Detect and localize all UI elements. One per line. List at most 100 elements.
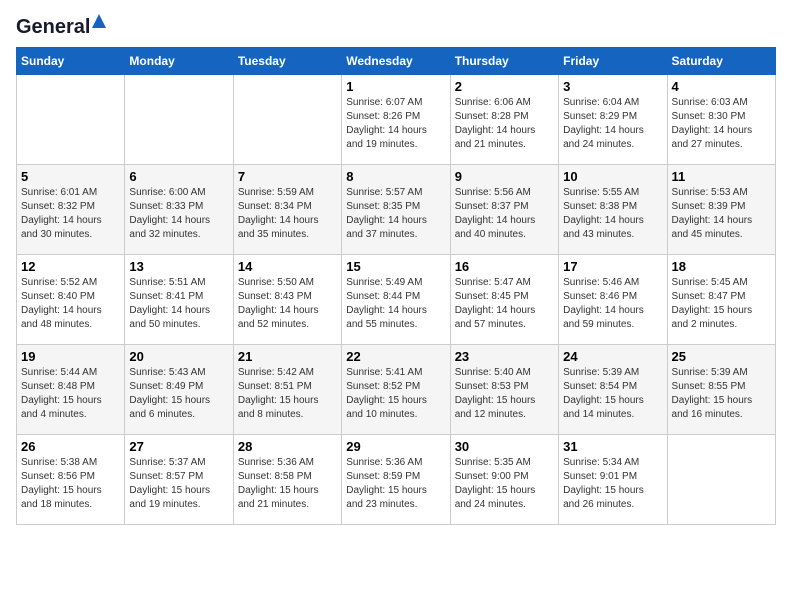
day-number: 28 bbox=[238, 439, 337, 454]
day-info: Sunrise: 5:51 AM Sunset: 8:41 PM Dayligh… bbox=[129, 276, 228, 332]
day-of-week-header: Friday bbox=[559, 48, 667, 75]
day-info: Sunrise: 5:44 AM Sunset: 8:48 PM Dayligh… bbox=[21, 366, 120, 422]
day-info: Sunrise: 5:39 AM Sunset: 8:54 PM Dayligh… bbox=[563, 366, 662, 422]
calendar-cell: 22 Sunrise: 5:41 AM Sunset: 8:52 PM Dayli… bbox=[342, 345, 450, 435]
day-number: 4 bbox=[672, 79, 771, 94]
logo-general: General bbox=[16, 16, 90, 39]
calendar-cell: 16Sunrise: 5:47 AM Sunset: 8:45 PM Dayli… bbox=[450, 255, 558, 345]
calendar-cell: 15 Sunrise: 5:49 AM Sunset: 8:44 PM Dayli… bbox=[342, 255, 450, 345]
day-of-week-header: Wednesday bbox=[342, 48, 450, 75]
calendar-body: 1Sunrise: 6:07 AM Sunset: 8:26 PM Daylig… bbox=[17, 75, 776, 525]
day-number: 5 bbox=[21, 169, 120, 184]
day-number: 21 bbox=[238, 349, 337, 364]
day-number: 18 bbox=[672, 259, 771, 274]
day-number: 20 bbox=[129, 349, 228, 364]
day-number: 6 bbox=[129, 169, 228, 184]
calendar-cell: 1Sunrise: 6:07 AM Sunset: 8:26 PM Daylig… bbox=[342, 75, 450, 165]
day-number: 2 bbox=[455, 79, 554, 94]
day-info: Sunrise: 5:49 AM Sunset: 8:44 PM Dayligh… bbox=[346, 276, 445, 332]
calendar-week-row: 5 Sunrise: 6:01 AM Sunset: 8:32 PM Daylig… bbox=[17, 165, 776, 255]
day-number: 7 bbox=[238, 169, 337, 184]
day-info: Sunrise: 5:35 AM Sunset: 9:00 PM Dayligh… bbox=[455, 456, 554, 512]
calendar-cell: 25 Sunrise: 5:39 AM Sunset: 8:55 PM Dayli… bbox=[667, 345, 775, 435]
calendar-cell: 6 Sunrise: 6:00 AM Sunset: 8:33 PM Daylig… bbox=[125, 165, 233, 255]
day-number: 19 bbox=[21, 349, 120, 364]
day-info: Sunrise: 5:59 AM Sunset: 8:34 PM Dayligh… bbox=[238, 186, 337, 242]
calendar-cell bbox=[233, 75, 341, 165]
calendar-cell bbox=[667, 435, 775, 525]
day-number: 9 bbox=[455, 169, 554, 184]
day-number: 26 bbox=[21, 439, 120, 454]
day-number: 10 bbox=[563, 169, 662, 184]
day-info: Sunrise: 5:50 AM Sunset: 8:43 PM Dayligh… bbox=[238, 276, 337, 332]
day-number: 22 bbox=[346, 349, 445, 364]
calendar-cell: 21 Sunrise: 5:42 AM Sunset: 8:51 PM Dayli… bbox=[233, 345, 341, 435]
calendar-cell: 28 Sunrise: 5:36 AM Sunset: 8:58 PM Dayli… bbox=[233, 435, 341, 525]
day-info: Sunrise: 5:52 AM Sunset: 8:40 PM Dayligh… bbox=[21, 276, 120, 332]
day-info: Sunrise: 6:04 AM Sunset: 8:29 PM Dayligh… bbox=[563, 96, 662, 152]
day-number: 31 bbox=[563, 439, 662, 454]
calendar-cell: 23 Sunrise: 5:40 AM Sunset: 8:53 PM Dayli… bbox=[450, 345, 558, 435]
day-number: 27 bbox=[129, 439, 228, 454]
calendar-table: SundayMondayTuesdayWednesdayThursdayFrid… bbox=[16, 47, 776, 525]
calendar-cell: 10 Sunrise: 5:55 AM Sunset: 8:38 PM Dayli… bbox=[559, 165, 667, 255]
day-info: Sunrise: 5:43 AM Sunset: 8:49 PM Dayligh… bbox=[129, 366, 228, 422]
calendar-cell: 9 Sunrise: 5:56 AM Sunset: 8:37 PM Daylig… bbox=[450, 165, 558, 255]
day-number: 13 bbox=[129, 259, 228, 274]
calendar-week-row: 12 Sunrise: 5:52 AM Sunset: 8:40 PM Dayli… bbox=[17, 255, 776, 345]
calendar-cell: 31Sunrise: 5:34 AM Sunset: 9:01 PM Dayli… bbox=[559, 435, 667, 525]
day-of-week-header: Thursday bbox=[450, 48, 558, 75]
day-info: Sunrise: 5:38 AM Sunset: 8:56 PM Dayligh… bbox=[21, 456, 120, 512]
calendar-week-row: 19 Sunrise: 5:44 AM Sunset: 8:48 PM Dayli… bbox=[17, 345, 776, 435]
calendar-cell: 19 Sunrise: 5:44 AM Sunset: 8:48 PM Dayli… bbox=[17, 345, 125, 435]
day-info: Sunrise: 5:40 AM Sunset: 8:53 PM Dayligh… bbox=[455, 366, 554, 422]
calendar-cell: 13 Sunrise: 5:51 AM Sunset: 8:41 PM Dayli… bbox=[125, 255, 233, 345]
calendar-cell: 27Sunrise: 5:37 AM Sunset: 8:57 PM Dayli… bbox=[125, 435, 233, 525]
day-info: Sunrise: 5:42 AM Sunset: 8:51 PM Dayligh… bbox=[238, 366, 337, 422]
day-info: Sunrise: 5:46 AM Sunset: 8:46 PM Dayligh… bbox=[563, 276, 662, 332]
calendar-week-row: 26 Sunrise: 5:38 AM Sunset: 8:56 PM Dayli… bbox=[17, 435, 776, 525]
calendar-cell: 24Sunrise: 5:39 AM Sunset: 8:54 PM Dayli… bbox=[559, 345, 667, 435]
day-info: Sunrise: 6:06 AM Sunset: 8:28 PM Dayligh… bbox=[455, 96, 554, 152]
calendar-week-row: 1Sunrise: 6:07 AM Sunset: 8:26 PM Daylig… bbox=[17, 75, 776, 165]
day-info: Sunrise: 5:57 AM Sunset: 8:35 PM Dayligh… bbox=[346, 186, 445, 242]
calendar-cell: 12 Sunrise: 5:52 AM Sunset: 8:40 PM Dayli… bbox=[17, 255, 125, 345]
day-number: 23 bbox=[455, 349, 554, 364]
day-number: 16 bbox=[455, 259, 554, 274]
calendar-cell: 3 Sunrise: 6:04 AM Sunset: 8:29 PM Daylig… bbox=[559, 75, 667, 165]
day-info: Sunrise: 5:41 AM Sunset: 8:52 PM Dayligh… bbox=[346, 366, 445, 422]
day-of-week-header: Monday bbox=[125, 48, 233, 75]
calendar-cell bbox=[125, 75, 233, 165]
day-of-week-header: Saturday bbox=[667, 48, 775, 75]
calendar-cell: 26 Sunrise: 5:38 AM Sunset: 8:56 PM Dayli… bbox=[17, 435, 125, 525]
calendar-cell: 29Sunrise: 5:36 AM Sunset: 8:59 PM Dayli… bbox=[342, 435, 450, 525]
day-of-week-header: Sunday bbox=[17, 48, 125, 75]
calendar-cell: 17 Sunrise: 5:46 AM Sunset: 8:46 PM Dayli… bbox=[559, 255, 667, 345]
logo-arrow-icon bbox=[92, 14, 106, 33]
day-number: 8 bbox=[346, 169, 445, 184]
calendar-cell: 20 Sunrise: 5:43 AM Sunset: 8:49 PM Dayli… bbox=[125, 345, 233, 435]
day-info: Sunrise: 6:01 AM Sunset: 8:32 PM Dayligh… bbox=[21, 186, 120, 242]
calendar-cell: 30Sunrise: 5:35 AM Sunset: 9:00 PM Dayli… bbox=[450, 435, 558, 525]
day-info: Sunrise: 5:36 AM Sunset: 8:58 PM Dayligh… bbox=[238, 456, 337, 512]
day-info: Sunrise: 6:07 AM Sunset: 8:26 PM Dayligh… bbox=[346, 96, 445, 152]
day-number: 29 bbox=[346, 439, 445, 454]
day-number: 17 bbox=[563, 259, 662, 274]
day-of-week-header: Tuesday bbox=[233, 48, 341, 75]
calendar-cell: 2 Sunrise: 6:06 AM Sunset: 8:28 PM Daylig… bbox=[450, 75, 558, 165]
calendar-cell: 7 Sunrise: 5:59 AM Sunset: 8:34 PM Daylig… bbox=[233, 165, 341, 255]
day-info: Sunrise: 5:55 AM Sunset: 8:38 PM Dayligh… bbox=[563, 186, 662, 242]
calendar-cell: 4 Sunrise: 6:03 AM Sunset: 8:30 PM Daylig… bbox=[667, 75, 775, 165]
day-info: Sunrise: 5:39 AM Sunset: 8:55 PM Dayligh… bbox=[672, 366, 771, 422]
day-number: 3 bbox=[563, 79, 662, 94]
day-info: Sunrise: 5:45 AM Sunset: 8:47 PM Dayligh… bbox=[672, 276, 771, 332]
day-info: Sunrise: 6:03 AM Sunset: 8:30 PM Dayligh… bbox=[672, 96, 771, 152]
day-number: 14 bbox=[238, 259, 337, 274]
calendar-cell: 5 Sunrise: 6:01 AM Sunset: 8:32 PM Daylig… bbox=[17, 165, 125, 255]
day-info: Sunrise: 5:56 AM Sunset: 8:37 PM Dayligh… bbox=[455, 186, 554, 242]
day-number: 12 bbox=[21, 259, 120, 274]
day-info: Sunrise: 6:00 AM Sunset: 8:33 PM Dayligh… bbox=[129, 186, 228, 242]
day-number: 15 bbox=[346, 259, 445, 274]
day-number: 25 bbox=[672, 349, 771, 364]
calendar-header: SundayMondayTuesdayWednesdayThursdayFrid… bbox=[17, 48, 776, 75]
